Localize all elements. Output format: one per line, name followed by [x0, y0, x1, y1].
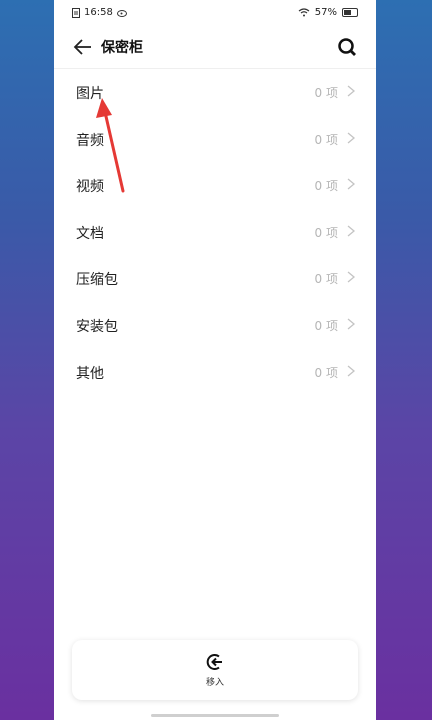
title-bar: 保密柜 [54, 26, 376, 68]
list-item-label: 压缩包 [76, 272, 118, 289]
list-item-count: 0 项 [314, 272, 338, 287]
move-in-label: 移入 [205, 678, 224, 688]
move-in-button[interactable]: 移入 [205, 652, 225, 688]
chevron-right-icon [347, 271, 356, 283]
category-list: 图片 0 项 音频 0 项 视频 0 项 文档 0 项 压缩包 0 项 安装包 … [54, 69, 376, 395]
list-item-label: 文档 [76, 225, 104, 242]
list-item-count: 0 项 [314, 225, 338, 240]
list-item-packages[interactable]: 安装包 0 项 [54, 302, 376, 349]
list-item-audio[interactable]: 音频 0 项 [54, 116, 376, 163]
bottom-action-bar: 移入 [72, 640, 358, 700]
wifi-icon [298, 8, 310, 17]
back-arrow-icon[interactable] [72, 36, 94, 58]
chevron-right-icon [347, 318, 356, 330]
document-icon [72, 7, 80, 18]
chevron-right-icon [347, 85, 356, 97]
list-item-count: 0 项 [314, 318, 338, 333]
list-item-count: 0 项 [314, 86, 338, 100]
list-item-documents[interactable]: 文档 0 项 [54, 209, 376, 256]
list-item-video[interactable]: 视频 0 项 [54, 162, 376, 209]
list-item-images[interactable]: 图片 0 项 [54, 69, 376, 116]
home-indicator[interactable] [151, 714, 279, 717]
list-item-other[interactable]: 其他 0 项 [54, 349, 376, 396]
list-item-label: 图片 [76, 86, 104, 102]
list-item-label: 安装包 [76, 318, 118, 335]
chevron-right-icon [347, 365, 356, 377]
weibo-icon [116, 10, 127, 17]
battery-percent: 57% [314, 7, 337, 18]
search-icon[interactable] [336, 36, 358, 58]
app-screen: 16:58 57% 保密柜 图片 0 项 音频 0 项 视频 0 项 文档 0 … [54, 0, 376, 720]
page-title: 保密柜 [101, 40, 143, 56]
list-item-label: 视频 [76, 179, 104, 196]
list-item-count: 0 项 [314, 132, 338, 147]
status-bar: 16:58 57% [54, 0, 376, 26]
chevron-right-icon [347, 132, 356, 144]
move-in-icon [206, 654, 222, 670]
list-item-label: 其他 [76, 365, 104, 382]
battery-icon [342, 8, 358, 17]
list-item-count: 0 项 [314, 179, 338, 194]
chevron-right-icon [347, 178, 356, 190]
list-item-archives[interactable]: 压缩包 0 项 [54, 255, 376, 302]
list-item-count: 0 项 [314, 365, 338, 380]
status-time: 16:58 [84, 7, 113, 18]
list-item-label: 音频 [76, 132, 104, 149]
chevron-right-icon [347, 225, 356, 237]
